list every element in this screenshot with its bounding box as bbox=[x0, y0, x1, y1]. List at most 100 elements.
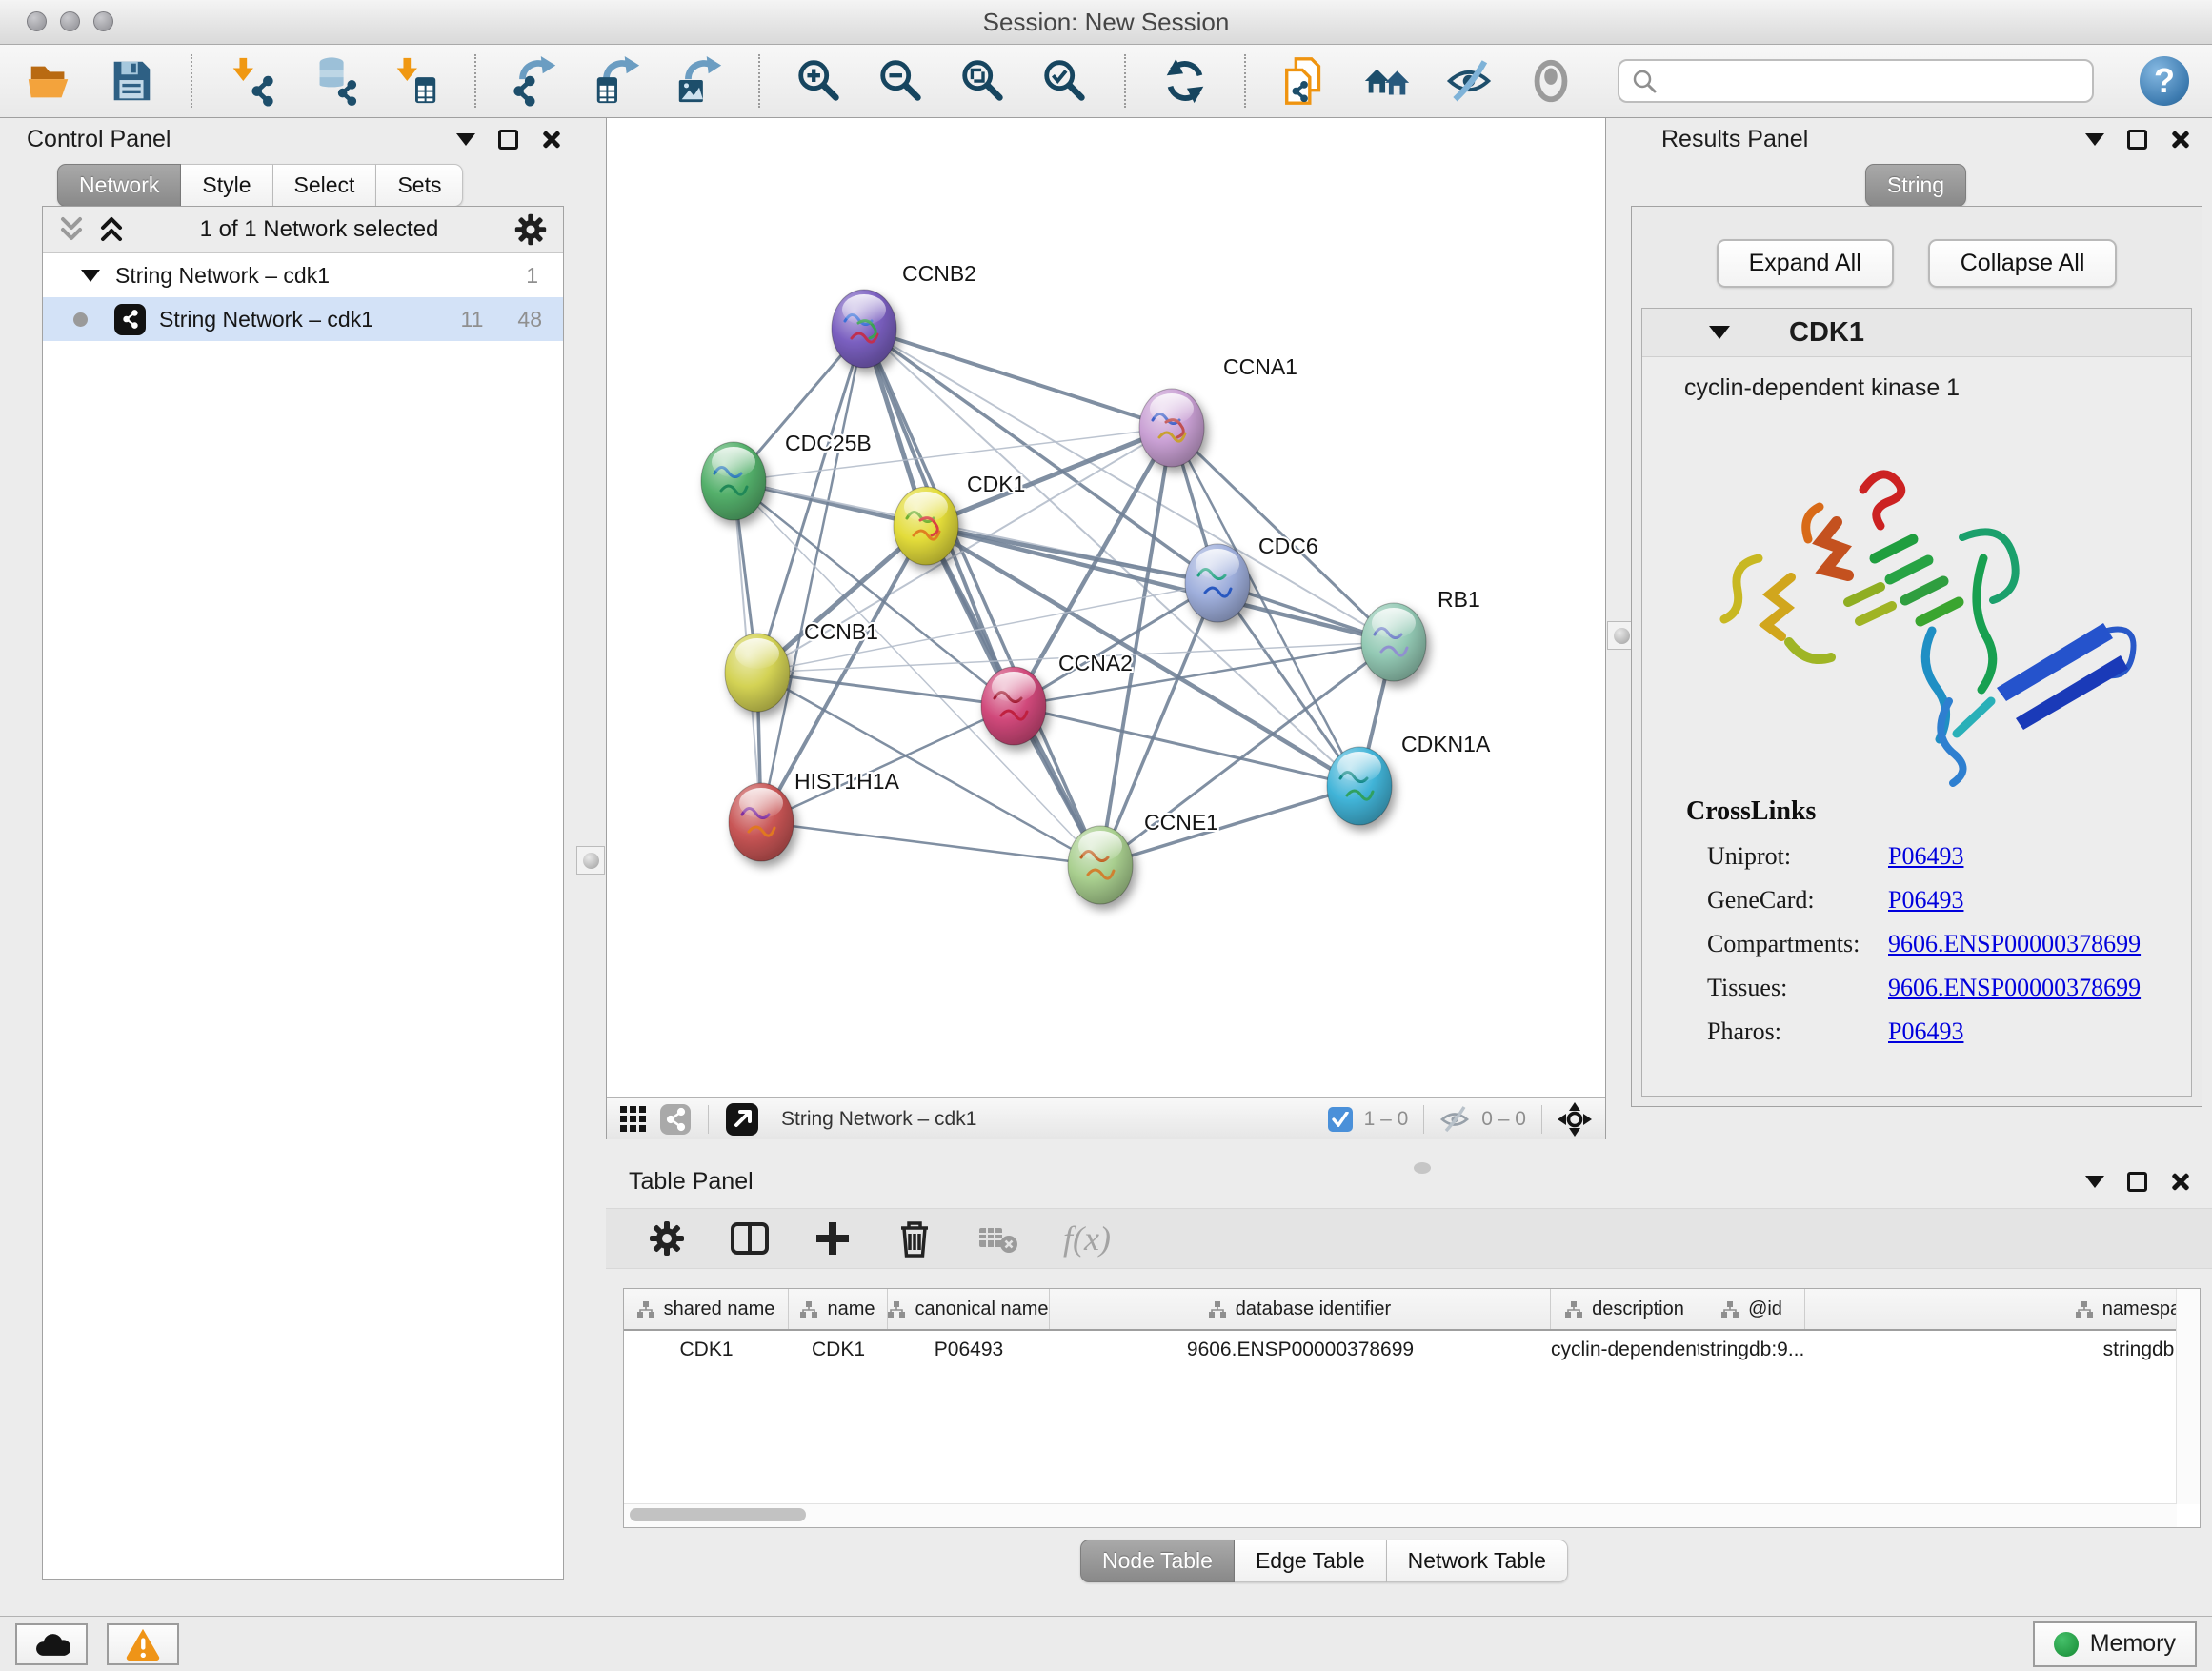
graph-edge[interactable] bbox=[761, 822, 1100, 865]
network-view[interactable]: CCNB2CCNA1CDC25BCDK1CDC6RB1CCNB1CCNA2CDK… bbox=[606, 118, 1606, 1139]
open-session-button[interactable] bbox=[23, 54, 76, 108]
graph-edge[interactable] bbox=[1100, 786, 1359, 865]
graph-node-CCNA1[interactable] bbox=[1139, 389, 1204, 467]
column-header-namespace[interactable]: namespace bbox=[1805, 1289, 2201, 1329]
gear-icon[interactable] bbox=[513, 212, 548, 247]
tab-edge-table[interactable]: Edge Table bbox=[1235, 1540, 1387, 1582]
panel-close-icon[interactable] bbox=[2170, 129, 2191, 150]
column-header--id[interactable]: @id bbox=[1699, 1289, 1805, 1329]
zoom-out-button[interactable] bbox=[875, 54, 928, 108]
expand-all-icon[interactable] bbox=[98, 215, 125, 244]
network-row-selected[interactable]: String Network – cdk1 11 48 bbox=[43, 297, 563, 341]
delete-column-icon[interactable] bbox=[895, 1218, 934, 1258]
memory-button[interactable]: Memory bbox=[2033, 1621, 2197, 1667]
add-column-icon[interactable] bbox=[814, 1219, 852, 1258]
graph-node-CCNB1[interactable] bbox=[725, 634, 790, 712]
table-settings-gear-icon[interactable] bbox=[648, 1219, 686, 1258]
graph-node-HIST1H1A[interactable] bbox=[729, 783, 794, 861]
graph-node-CDC25B[interactable] bbox=[701, 442, 766, 520]
collapse-all-icon[interactable] bbox=[58, 215, 85, 244]
graph-node-CDC6[interactable] bbox=[1185, 544, 1250, 622]
first-neighbors-button[interactable] bbox=[1360, 54, 1414, 108]
panel-maximize-icon[interactable] bbox=[498, 130, 518, 150]
birds-eye-view-icon[interactable] bbox=[1558, 1102, 1592, 1137]
column-header-database-identifier[interactable]: database identifier bbox=[1050, 1289, 1551, 1329]
vertical-scrollbar[interactable] bbox=[2176, 1289, 2200, 1504]
graph-edge[interactable] bbox=[864, 329, 1172, 428]
graph-edge[interactable] bbox=[864, 329, 1394, 642]
tab-string[interactable]: String bbox=[1865, 164, 1966, 207]
table-cell[interactable]: stringdb bbox=[1805, 1331, 2201, 1371]
export-image-button[interactable] bbox=[673, 54, 726, 108]
table-cell[interactable]: 9606.ENSP00000378699 bbox=[1050, 1331, 1551, 1371]
scrollbar-thumb[interactable] bbox=[630, 1508, 806, 1521]
tree-expander-icon[interactable] bbox=[81, 270, 100, 282]
table-cell[interactable]: cyclin-dependent ... bbox=[1551, 1331, 1699, 1371]
expand-all-button[interactable]: Expand All bbox=[1717, 239, 1894, 288]
graph-edge[interactable] bbox=[1014, 706, 1359, 786]
tab-network-table[interactable]: Network Table bbox=[1387, 1540, 1568, 1582]
tab-sets[interactable]: Sets bbox=[376, 164, 463, 207]
panel-float-icon[interactable] bbox=[2085, 1176, 2104, 1188]
zoom-in-button[interactable] bbox=[793, 54, 846, 108]
horizontal-scrollbar[interactable] bbox=[624, 1503, 2177, 1527]
tab-node-table[interactable]: Node Table bbox=[1080, 1540, 1235, 1582]
selected-checkbox-icon[interactable] bbox=[1328, 1107, 1353, 1132]
show-all-button[interactable] bbox=[1524, 54, 1578, 108]
column-header-shared-name[interactable]: shared name bbox=[624, 1289, 789, 1329]
import-network-file-button[interactable] bbox=[225, 54, 278, 108]
graph-node-CCNB2[interactable] bbox=[832, 290, 896, 368]
column-header-description[interactable]: description bbox=[1551, 1289, 1699, 1329]
network-collection-row[interactable]: String Network – cdk1 1 bbox=[43, 253, 563, 297]
tab-style[interactable]: Style bbox=[181, 164, 272, 207]
panel-close-icon[interactable] bbox=[2170, 1171, 2191, 1192]
clone-network-button[interactable] bbox=[1278, 54, 1332, 108]
crosslink-link[interactable]: P06493 bbox=[1888, 886, 1963, 915]
grid-mode-icon[interactable] bbox=[620, 1106, 647, 1133]
crosslink-link[interactable]: P06493 bbox=[1888, 1017, 1963, 1046]
panel-maximize-icon[interactable] bbox=[2127, 130, 2147, 150]
import-table-file-button[interactable] bbox=[389, 54, 442, 108]
zoom-fit-button[interactable] bbox=[956, 54, 1010, 108]
table-cell[interactable]: CDK1 bbox=[624, 1331, 789, 1371]
left-splitter-handle[interactable] bbox=[576, 846, 605, 875]
open-in-window-icon[interactable] bbox=[726, 1103, 758, 1136]
export-network-file-button[interactable] bbox=[509, 54, 562, 108]
crosslink-link[interactable]: P06493 bbox=[1888, 842, 1963, 871]
refresh-button[interactable] bbox=[1158, 54, 1212, 108]
crosslink-link[interactable]: 9606.ENSP00000378699 bbox=[1888, 974, 2141, 1002]
table-cell[interactable]: CDK1 bbox=[789, 1331, 888, 1371]
section-expander-icon[interactable] bbox=[1709, 326, 1730, 339]
select-columns-icon[interactable] bbox=[730, 1219, 770, 1258]
graph-node-CCNE1[interactable] bbox=[1068, 826, 1133, 904]
collapse-all-button[interactable]: Collapse All bbox=[1928, 239, 2118, 288]
graph-edge[interactable] bbox=[761, 329, 864, 822]
panel-float-icon[interactable] bbox=[2085, 133, 2104, 146]
graph-node-CDK1[interactable] bbox=[894, 487, 958, 565]
panel-float-icon[interactable] bbox=[456, 133, 475, 146]
export-table-file-button[interactable] bbox=[591, 54, 644, 108]
hide-selected-button[interactable] bbox=[1442, 54, 1496, 108]
node-table-row[interactable]: CDK1CDK1P064939606.ENSP00000378699cyclin… bbox=[624, 1331, 2200, 1371]
graph-node-RB1[interactable] bbox=[1361, 603, 1426, 681]
zoom-selected-button[interactable] bbox=[1038, 54, 1092, 108]
column-header-canonical-name[interactable]: canonical name bbox=[888, 1289, 1050, 1329]
graph-edge[interactable] bbox=[761, 706, 1014, 822]
save-session-button[interactable] bbox=[105, 54, 158, 108]
tab-select[interactable]: Select bbox=[273, 164, 377, 207]
warnings-button[interactable] bbox=[107, 1623, 179, 1665]
tab-network[interactable]: Network bbox=[57, 164, 181, 207]
network-mode-icon[interactable] bbox=[660, 1104, 691, 1135]
graph-edge[interactable] bbox=[1014, 583, 1217, 706]
graph-edge[interactable] bbox=[757, 673, 1014, 706]
table-cell[interactable]: P06493 bbox=[888, 1331, 1050, 1371]
panel-close-icon[interactable] bbox=[541, 129, 562, 150]
help-button[interactable]: ? bbox=[2140, 56, 2189, 106]
graph-node-CDKN1A[interactable] bbox=[1327, 747, 1392, 825]
column-header-name[interactable]: name bbox=[789, 1289, 888, 1329]
import-network-database-button[interactable] bbox=[307, 54, 360, 108]
search-input[interactable] bbox=[1658, 67, 2081, 95]
crosslink-link[interactable]: 9606.ENSP00000378699 bbox=[1888, 930, 2141, 958]
cloud-status-button[interactable] bbox=[15, 1623, 88, 1665]
table-cell[interactable]: stringdb:9... bbox=[1699, 1331, 1805, 1371]
